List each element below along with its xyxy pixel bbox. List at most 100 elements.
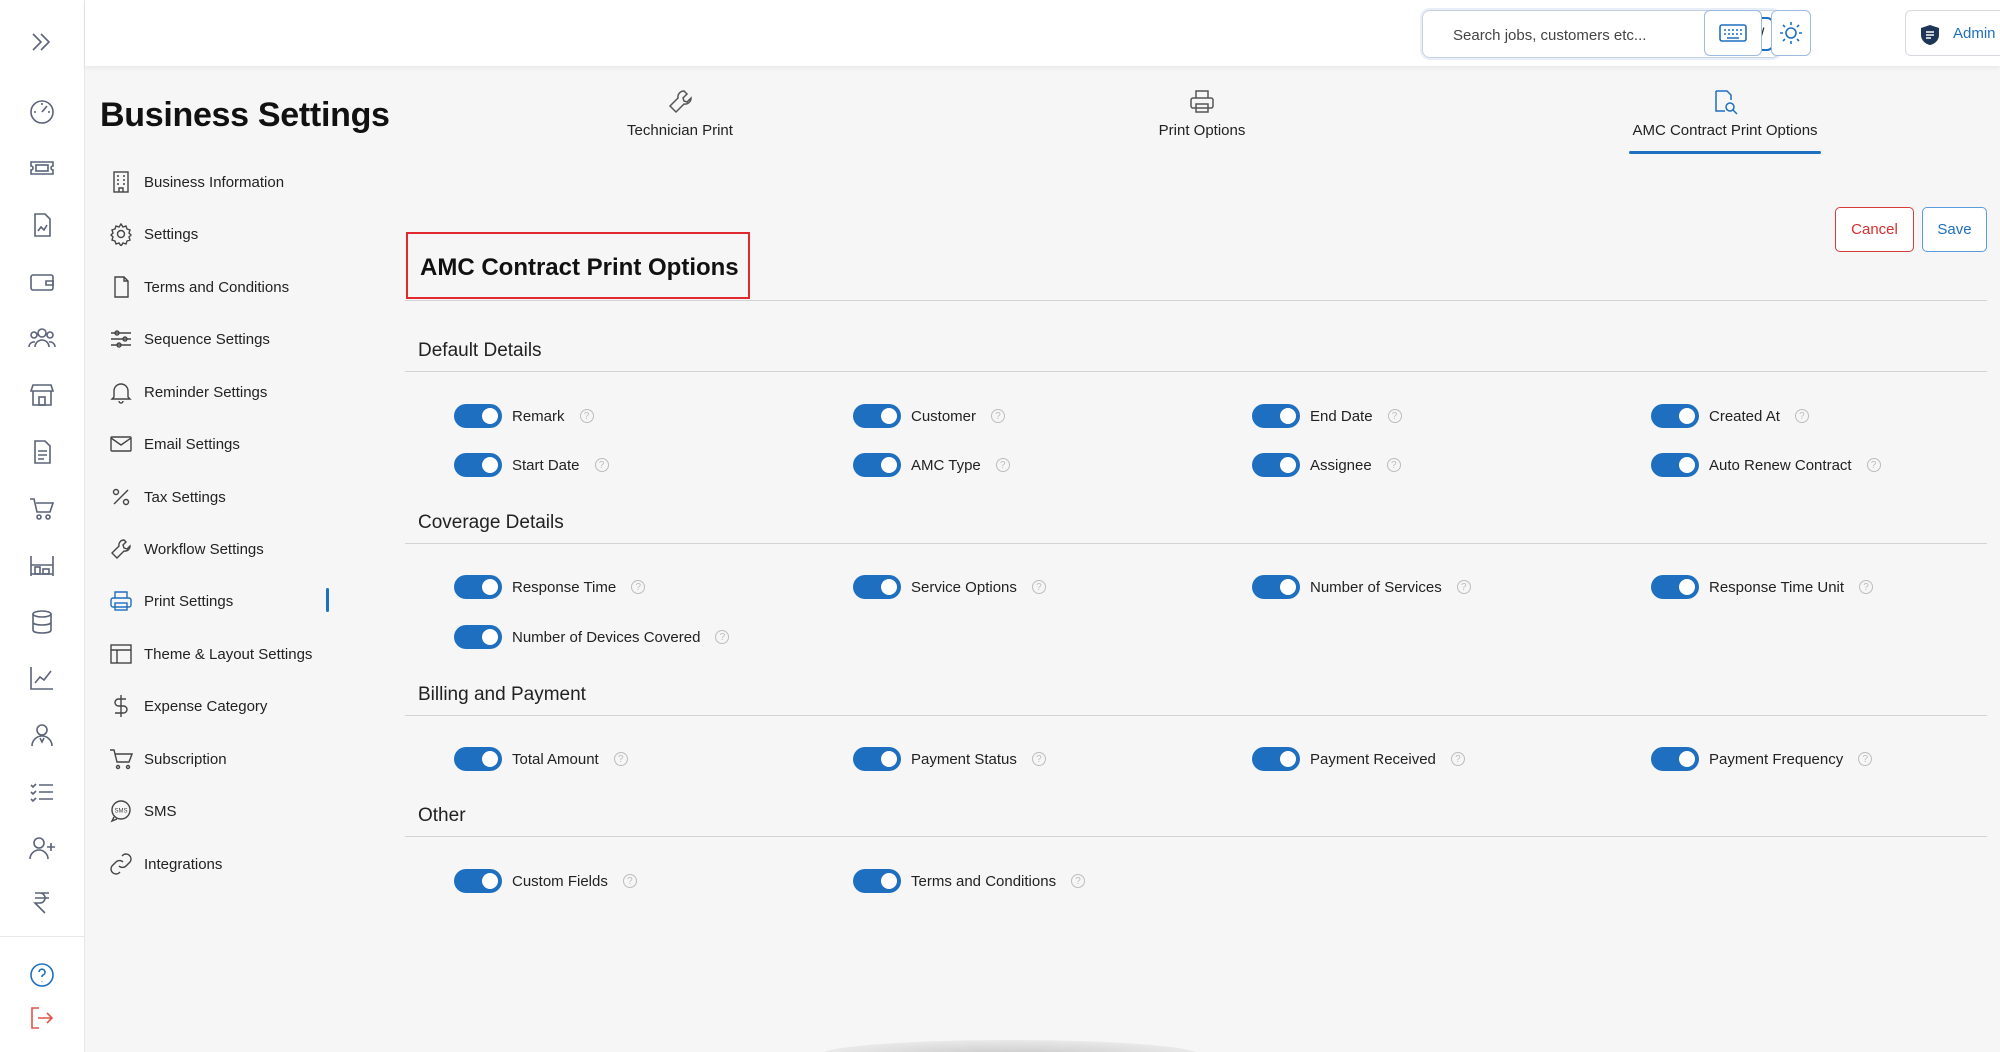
option-label: Number of Devices Covered <box>512 628 701 646</box>
total-amount-toggle[interactable] <box>454 747 502 771</box>
settings-nav-settings[interactable]: Settings <box>108 218 198 250</box>
option-payment-frequency: Payment Frequency ? <box>1651 746 1873 772</box>
help-icon[interactable]: ? <box>1858 752 1873 766</box>
admin-menu[interactable]: Admin <box>1905 10 2000 56</box>
option-created-at: Created At ? <box>1651 403 1809 429</box>
rupee-icon[interactable] <box>22 882 62 922</box>
option-label: Payment Status <box>911 750 1017 768</box>
help-icon[interactable]: ? <box>579 409 594 423</box>
option-label: Response Time Unit <box>1709 578 1845 596</box>
help-icon[interactable]: ? <box>1071 874 1086 888</box>
auto-renew-contract-toggle[interactable] <box>1651 453 1699 477</box>
add-user-icon[interactable] <box>22 828 62 868</box>
invoice-icon[interactable] <box>22 205 62 245</box>
technician-icon[interactable] <box>22 715 62 755</box>
group-title-default-details: Default Details <box>418 340 542 361</box>
created-at-toggle[interactable] <box>1651 404 1699 428</box>
settings-nav-business-information[interactable]: Business Information <box>108 166 284 198</box>
help-icon[interactable]: ? <box>1794 409 1809 423</box>
response-time-toggle[interactable] <box>454 575 502 599</box>
group-title-other: Other <box>418 805 466 826</box>
help-icon[interactable]: ? <box>1866 458 1881 472</box>
terms-and-conditions-toggle[interactable] <box>853 869 901 893</box>
settings-nav-label: Print Settings <box>144 592 234 610</box>
store-icon[interactable] <box>22 375 62 415</box>
inventory-icon[interactable] <box>22 545 62 585</box>
end-date-toggle[interactable] <box>1252 404 1300 428</box>
settings-nav-label: Theme & Layout Settings <box>144 645 313 663</box>
cart-icon[interactable] <box>22 488 62 528</box>
number-of-services-toggle[interactable] <box>1252 575 1300 599</box>
logout-icon[interactable] <box>22 998 62 1038</box>
settings-nav-sms[interactable]: SMS SMS <box>108 795 177 827</box>
payment-received-toggle[interactable] <box>1252 747 1300 771</box>
expand-icon[interactable] <box>22 22 62 62</box>
help-icon[interactable]: ? <box>1450 752 1465 766</box>
settings-nav-reminder-settings[interactable]: Reminder Settings <box>108 376 267 408</box>
settings-nav-print-settings[interactable]: Print Settings <box>108 585 233 617</box>
settings-nav-terms-and-conditions[interactable]: Terms and Conditions <box>108 271 289 303</box>
dashboard-icon[interactable] <box>22 92 62 132</box>
help-icon[interactable]: ? <box>594 458 609 472</box>
start-date-toggle[interactable] <box>454 453 502 477</box>
payment-frequency-toggle[interactable] <box>1651 747 1699 771</box>
document-icon[interactable] <box>22 432 62 472</box>
help-icon[interactable]: ? <box>613 752 628 766</box>
theme-toggle-button[interactable] <box>1771 10 1811 56</box>
number-of-devices-covered-toggle[interactable] <box>454 625 502 649</box>
response-time-unit-toggle[interactable] <box>1651 575 1699 599</box>
help-icon[interactable]: ? <box>1387 409 1402 423</box>
group-title-billing-and-payment: Billing and Payment <box>418 684 586 705</box>
save-button[interactable]: Save <box>1922 207 1987 252</box>
ticket-icon[interactable] <box>22 148 62 188</box>
customer-toggle[interactable] <box>853 404 901 428</box>
cart-icon <box>108 746 134 772</box>
database-icon[interactable] <box>22 602 62 642</box>
help-icon[interactable]: ? <box>1456 580 1471 594</box>
checklist-icon[interactable] <box>22 772 62 812</box>
cancel-button[interactable]: Cancel <box>1835 207 1914 252</box>
divider <box>405 543 1987 544</box>
percent-icon <box>108 484 134 510</box>
tab-print-options[interactable]: Print Options <box>1157 88 1247 158</box>
help-icon[interactable]: ? <box>715 630 730 644</box>
tab-technician-print[interactable]: Technician Print <box>626 88 734 158</box>
help-icon[interactable]: ? <box>991 409 1006 423</box>
service-options-toggle[interactable] <box>853 575 901 599</box>
help-icon[interactable]: ? <box>1859 580 1874 594</box>
help-icon[interactable]: ? <box>995 458 1010 472</box>
settings-nav-subscription[interactable]: Subscription <box>108 743 227 775</box>
help-icon[interactable] <box>22 955 62 995</box>
amc-type-toggle[interactable] <box>853 453 901 477</box>
custom-fields-toggle[interactable] <box>454 869 502 893</box>
payment-status-toggle[interactable] <box>853 747 901 771</box>
sms-icon: SMS <box>108 798 134 824</box>
option-payment-status: Payment Status ? <box>853 746 1046 772</box>
wallet-icon[interactable] <box>22 262 62 302</box>
option-label: Payment Frequency <box>1709 750 1844 768</box>
settings-nav-expense-category[interactable]: Expense Category <box>108 690 267 722</box>
settings-nav-theme-layout-settings[interactable]: Theme & Layout Settings <box>108 638 312 670</box>
settings-nav-email-settings[interactable]: Email Settings <box>108 428 240 460</box>
settings-nav-tax-settings[interactable]: Tax Settings <box>108 481 226 513</box>
icon-rail <box>0 0 85 1052</box>
help-icon[interactable]: ? <box>1031 752 1046 766</box>
keyboard-button[interactable] <box>1704 10 1762 56</box>
help-icon[interactable]: ? <box>1386 458 1401 472</box>
tab-amc-contract-print-options[interactable]: AMC Contract Print Options <box>1629 88 1821 158</box>
help-icon[interactable]: ? <box>1031 580 1046 594</box>
admin-label: Admin <box>1953 25 1996 42</box>
help-icon[interactable]: ? <box>631 580 646 594</box>
help-icon[interactable]: ? <box>622 874 637 888</box>
settings-nav-workflow-settings[interactable]: Workflow Settings <box>108 533 264 565</box>
option-label: Auto Renew Contract <box>1709 456 1852 474</box>
settings-nav-integrations[interactable]: Integrations <box>108 848 222 880</box>
remark-toggle[interactable] <box>454 404 502 428</box>
assignee-toggle[interactable] <box>1252 453 1300 477</box>
team-icon[interactable] <box>22 318 62 358</box>
settings-nav-sequence-settings[interactable]: Sequence Settings <box>108 323 270 355</box>
option-end-date: End Date ? <box>1252 403 1402 429</box>
search-input[interactable] <box>1453 23 1713 47</box>
option-assignee: Assignee ? <box>1252 452 1401 478</box>
analytics-icon[interactable] <box>22 658 62 698</box>
